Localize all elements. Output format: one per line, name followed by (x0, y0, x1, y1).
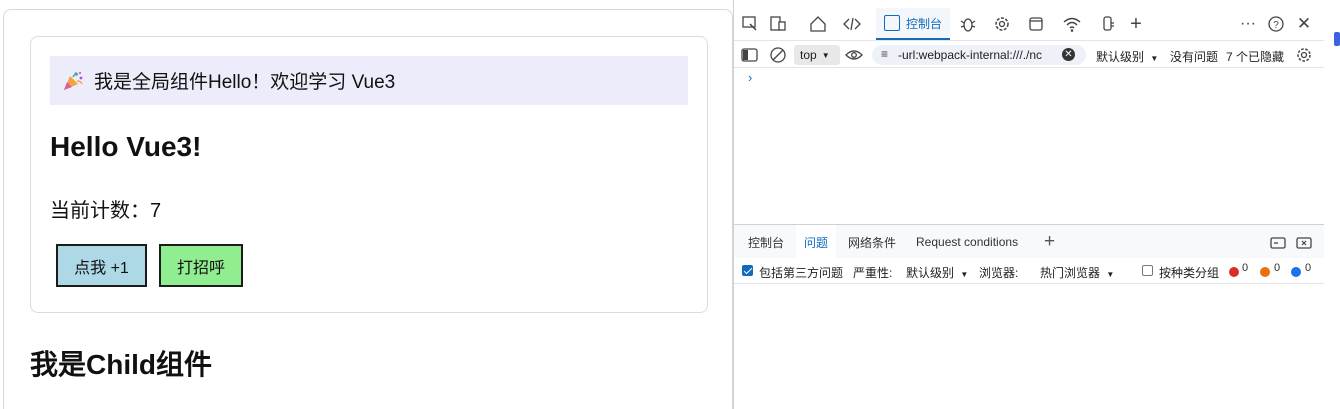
increment-button[interactable]: 点我 +1 (56, 244, 147, 287)
issues-count-link[interactable]: 没有问题 (1170, 48, 1218, 65)
elements-code-icon[interactable] (842, 14, 862, 34)
error-count-icon (1229, 267, 1239, 277)
console-settings-gear-icon[interactable] (1294, 45, 1314, 65)
drawer-tab-issues[interactable]: 问题 (796, 225, 837, 259)
console-toolbar: top ▼ ≡ -url:webpack-internal:///./nc ✕ … (734, 40, 1324, 68)
sources-bug-icon[interactable] (958, 14, 978, 34)
close-drawer-icon[interactable] (1294, 233, 1314, 253)
console-prompt[interactable]: › (748, 70, 752, 85)
chevron-down-icon: ▼ (1106, 270, 1115, 279)
svg-text:?: ? (1273, 20, 1279, 31)
third-party-label: 包括第三方问题 (759, 266, 844, 280)
tab-console[interactable]: 控制台 (876, 8, 951, 40)
performance-gear-icon[interactable] (992, 14, 1012, 34)
log-level-select[interactable]: 默认级别 ▼ (1096, 48, 1158, 65)
live-expression-eye-icon[interactable] (844, 45, 864, 65)
drawer-tab-bar: 控制台 问题 网络条件 Request conditions + (734, 224, 1324, 259)
warning-count-icon (1260, 267, 1270, 277)
chevron-down-icon: ▼ (1150, 54, 1159, 63)
console-icon (884, 15, 900, 31)
add-drawer-tab-icon[interactable]: + (1038, 225, 1061, 259)
drawer-tab-console[interactable]: 控制台 (742, 225, 790, 259)
group-by-kind-checkbox[interactable] (1142, 265, 1153, 276)
network-wifi-icon[interactable] (1062, 14, 1082, 34)
memory-icon[interactable] (1098, 14, 1118, 34)
devtools-panel: 控制台 + ··· ? ✕ top ▼ ≡ -url:webpack-inter… (733, 0, 1324, 409)
clear-filter-icon[interactable]: ✕ (1062, 48, 1075, 61)
severity-value: 默认级别 (906, 266, 955, 280)
context-select-value: top (800, 48, 817, 62)
drawer-tab-request-conditions[interactable]: Request conditions (910, 225, 1024, 259)
counter-display: 当前计数：7 (50, 194, 161, 223)
browser-value: 热门浏览器 (1040, 266, 1101, 280)
welcome-home-icon[interactable] (808, 14, 828, 34)
tab-console-label: 控制台 (906, 16, 943, 31)
severity-select[interactable]: 默认级别 ▼ (906, 264, 968, 281)
clear-console-icon[interactable] (768, 45, 788, 65)
hello-component-card: 我是全局组件Hello！欢迎学习 Vue3 Hello Vue3! 当前计数：7… (30, 36, 708, 313)
chevron-down-icon: ▼ (821, 50, 830, 60)
sidebar-edge-icon (1334, 32, 1340, 46)
issues-toolbar: 包括第三方问题 严重性: 默认级别 ▼ 浏览器: 热门浏览器 ▼ 按种类分组 0… (734, 258, 1324, 284)
global-hello-banner: 我是全局组件Hello！欢迎学习 Vue3 (50, 56, 688, 105)
hidden-messages-count: 7 个已隐藏 (1226, 50, 1285, 64)
party-popper-icon (64, 71, 83, 90)
counter-label: 当前计数： (50, 200, 150, 222)
severity-label: 严重性: (853, 266, 893, 280)
inspect-icon[interactable] (740, 14, 760, 34)
third-party-checkbox[interactable] (742, 265, 753, 276)
device-emulation-icon[interactable] (768, 14, 788, 34)
group-by-kind-label: 按种类分组 (1159, 266, 1220, 280)
info-count: 0 (1305, 262, 1312, 274)
error-count: 0 (1242, 262, 1249, 274)
drawer-tab-network-conditions[interactable]: 网络条件 (842, 225, 902, 259)
devtools-tab-bar: 控制台 + ··· ? ✕ (734, 0, 1324, 40)
close-icon[interactable]: ✕ (1294, 14, 1314, 34)
browser-select[interactable]: 热门浏览器 ▼ (1040, 264, 1114, 281)
filter-icon: ≡ (881, 47, 889, 61)
child-component-title: 我是Child组件 (30, 349, 212, 380)
more-tools-plus-icon[interactable]: + (1126, 13, 1146, 35)
log-level-value: 默认级别 (1096, 50, 1145, 64)
context-select[interactable]: top ▼ (794, 45, 840, 65)
app-page: 我是全局组件Hello！欢迎学习 Vue3 Hello Vue3! 当前计数：7… (3, 9, 733, 409)
dock-drawer-icon[interactable] (1268, 233, 1288, 253)
greet-button[interactable]: 打招呼 (159, 244, 243, 287)
filter-value: -url:webpack-internal:///./nc (898, 48, 1043, 62)
banner-text: 我是全局组件Hello！欢迎学习 Vue3 (94, 72, 396, 93)
warning-count: 0 (1274, 262, 1281, 274)
hello-title: Hello Vue3! (50, 131, 202, 162)
more-options-icon[interactable]: ··· (1238, 14, 1258, 34)
chevron-down-icon: ▼ (960, 270, 969, 279)
sidebar-toggle-icon[interactable] (740, 45, 760, 65)
counter-value: 7 (150, 200, 162, 222)
application-window-icon[interactable] (1026, 14, 1046, 34)
info-count-icon (1291, 267, 1301, 277)
console-filter-input[interactable]: ≡ -url:webpack-internal:///./nc (872, 45, 1086, 65)
help-icon[interactable]: ? (1266, 14, 1286, 34)
browser-sidebar-edge (1324, 0, 1340, 409)
browser-label: 浏览器: (979, 266, 1019, 280)
